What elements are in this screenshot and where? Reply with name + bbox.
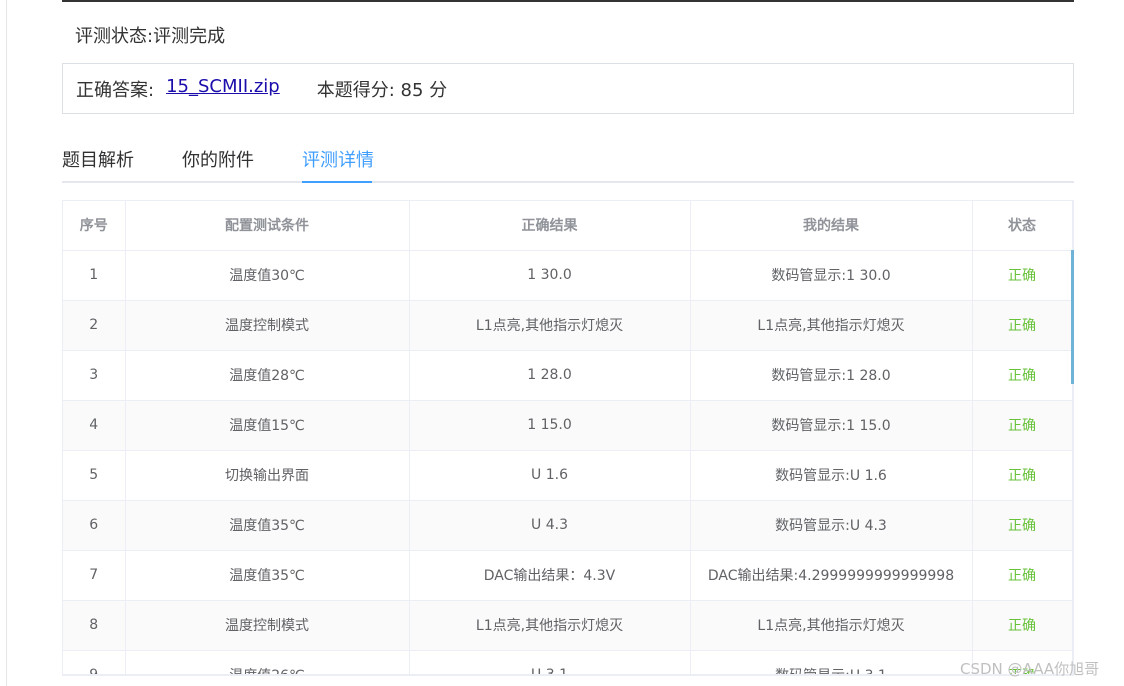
eval-status: 评测状态:评测完成 bbox=[75, 22, 225, 48]
cell-status: 正确 bbox=[972, 550, 1073, 601]
cell-actual: 数码管显示:1 15.0 bbox=[690, 400, 973, 451]
cell-condition: 温度控制模式 bbox=[125, 300, 410, 351]
cell-index: 5 bbox=[63, 450, 126, 501]
tab-attachments[interactable]: 你的附件 bbox=[182, 146, 254, 183]
cell-actual: L1点亮,其他指示灯熄灭 bbox=[690, 300, 973, 351]
table-row: 8 温度控制模式 L1点亮,其他指示灯熄灭 L1点亮,其他指示灯熄灭 正确 bbox=[63, 600, 1073, 651]
cell-status: 正确 bbox=[972, 600, 1073, 651]
col-header-status: 状态 bbox=[972, 201, 1073, 251]
cell-expected: 1 15.0 bbox=[409, 400, 691, 451]
table-row: 4 温度值15℃ 1 15.0 数码管显示:1 15.0 正确 bbox=[63, 400, 1073, 451]
answer-panel: 正确答案: 15_SCMII.zip 本题得分: 85 分 bbox=[62, 63, 1074, 114]
cell-expected: U 1.6 bbox=[409, 450, 691, 501]
col-header-actual: 我的结果 bbox=[690, 201, 973, 251]
cell-condition: 温度值35℃ bbox=[125, 550, 410, 601]
cell-expected: U 4.3 bbox=[409, 500, 691, 551]
table-row: 7 温度值35℃ DAC输出结果：4.3V DAC输出结果:4.29999999999… bbox=[63, 550, 1073, 601]
cell-expected: DAC输出结果：4.3V bbox=[409, 550, 691, 601]
table-row: 5 切换输出界面 U 1.6 数码管显示:U 1.6 正确 bbox=[63, 450, 1073, 501]
cell-condition: 温度值35℃ bbox=[125, 500, 410, 551]
tab-analysis[interactable]: 题目解析 bbox=[62, 146, 134, 183]
cell-actual: 数码管显示:U 1.6 bbox=[690, 450, 973, 501]
cell-index: 7 bbox=[63, 550, 126, 601]
cell-actual: 数码管显示:U 3.1 bbox=[690, 650, 973, 674]
cell-actual: 数码管显示:U 4.3 bbox=[690, 500, 973, 551]
cell-condition: 温度控制模式 bbox=[125, 600, 410, 651]
cell-condition: 温度值28℃ bbox=[125, 350, 410, 401]
cell-expected: L1点亮,其他指示灯熄灭 bbox=[409, 300, 691, 351]
top-divider bbox=[62, 0, 1074, 2]
cell-condition: 温度值30℃ bbox=[125, 250, 410, 301]
cell-status: 正确 bbox=[972, 350, 1073, 401]
results-table: 序号 配置测试条件 正确结果 我的结果 状态 1 温度值30℃ 1 30.0 数码管显… bbox=[62, 200, 1074, 676]
cell-index: 3 bbox=[63, 350, 126, 401]
cell-condition: 温度值15℃ bbox=[125, 400, 410, 451]
cell-expected: 1 30.0 bbox=[409, 250, 691, 301]
table-row: 1 温度值30℃ 1 30.0 数码管显示:1 30.0 正确 bbox=[63, 250, 1073, 301]
page-left-border bbox=[6, 0, 7, 686]
active-tab-indicator bbox=[302, 181, 372, 183]
cell-status: 正确 bbox=[972, 300, 1073, 351]
cell-actual: 数码管显示:1 30.0 bbox=[690, 250, 973, 301]
cell-status: 正确 bbox=[972, 250, 1073, 301]
cell-index: 6 bbox=[63, 500, 126, 551]
cell-actual: 数码管显示:1 28.0 bbox=[690, 350, 973, 401]
cell-expected: U 3.1 bbox=[409, 650, 691, 674]
eval-status-value: 评测完成 bbox=[153, 26, 226, 47]
cell-condition: 温度值26℃ bbox=[125, 650, 410, 674]
col-header-expected: 正确结果 bbox=[409, 201, 691, 251]
answer-label: 正确答案: bbox=[76, 79, 155, 101]
cell-index: 4 bbox=[63, 400, 126, 451]
col-header-index: 序号 bbox=[63, 201, 126, 251]
cell-condition: 切换输出界面 bbox=[125, 450, 410, 501]
col-header-condition: 配置测试条件 bbox=[125, 201, 410, 251]
cell-status: 正确 bbox=[972, 450, 1073, 501]
cell-status: 正确 bbox=[972, 400, 1073, 451]
cell-actual: DAC输出结果:4.2999999999999998 bbox=[690, 550, 973, 601]
tab-eval-details[interactable]: 评测详情 bbox=[302, 146, 374, 183]
table-body: 1 温度值30℃ 1 30.0 数码管显示:1 30.0 正确 2 温度控制模式 L1点亮,其… bbox=[63, 250, 1073, 674]
answer-file-link[interactable]: 15_SCMII.zip bbox=[166, 76, 280, 97]
eval-status-label: 评测状态: bbox=[75, 26, 154, 47]
cell-index: 9 bbox=[63, 650, 126, 674]
watermark: CSDN @AAA你旭哥 bbox=[960, 660, 1100, 678]
table-row: 2 温度控制模式 L1点亮,其他指示灯熄灭 L1点亮,其他指示灯熄灭 正确 bbox=[63, 300, 1073, 351]
cell-index: 2 bbox=[63, 300, 126, 351]
table-row: 3 温度值28℃ 1 28.0 数码管显示:1 28.0 正确 bbox=[63, 350, 1073, 401]
table-row: 6 温度值35℃ U 4.3 数码管显示:U 4.3 正确 bbox=[63, 500, 1073, 551]
cell-expected: L1点亮,其他指示灯熄灭 bbox=[409, 600, 691, 651]
cell-index: 8 bbox=[63, 600, 126, 651]
table-header-row: 序号 配置测试条件 正确结果 我的结果 状态 bbox=[63, 201, 1073, 251]
table-scrollbar[interactable] bbox=[1071, 250, 1074, 384]
cell-expected: 1 28.0 bbox=[409, 350, 691, 401]
score-text: 本题得分: 85 分 bbox=[316, 79, 448, 101]
cell-status: 正确 bbox=[972, 500, 1073, 551]
table-row: 9 温度值26℃ U 3.1 数码管显示:U 3.1 正确 bbox=[63, 650, 1073, 674]
cell-actual: L1点亮,其他指示灯熄灭 bbox=[690, 600, 973, 651]
cell-index: 1 bbox=[63, 250, 126, 301]
tab-bar: 题目解析 你的附件 评测详情 bbox=[62, 136, 1074, 183]
